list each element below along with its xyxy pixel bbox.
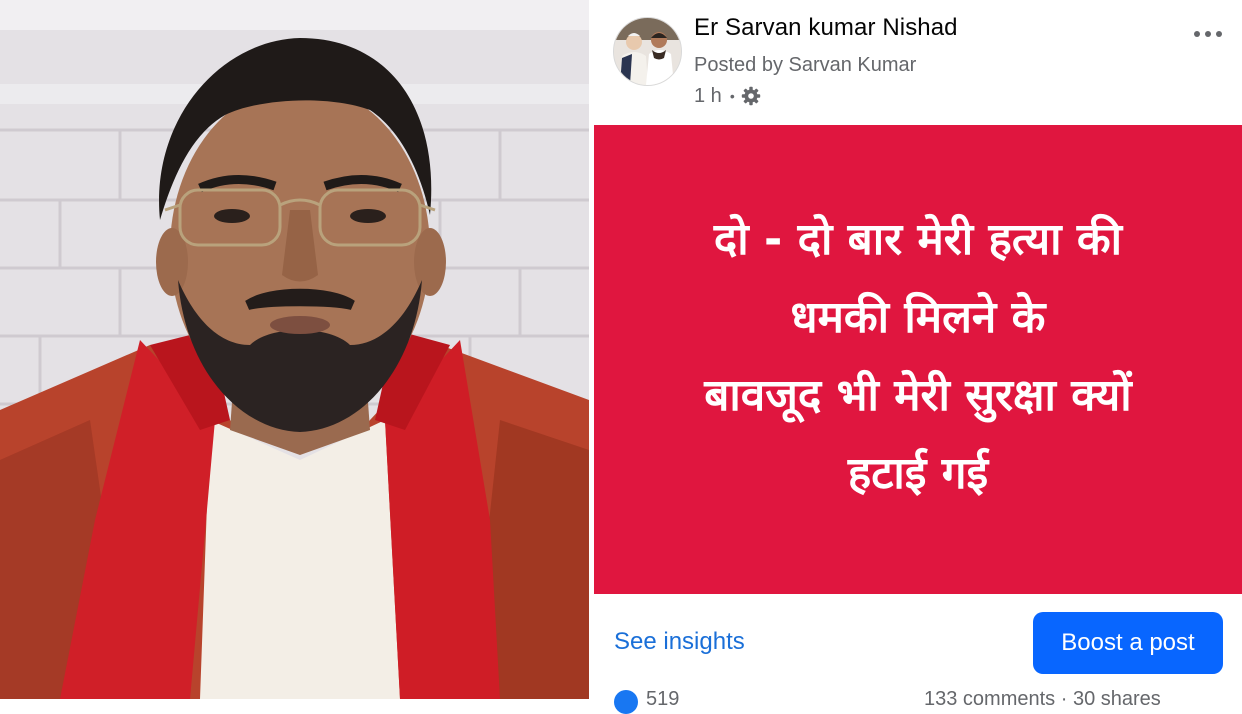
facebook-post: Er Sarvan kumar Nishad Posted by Sarvan … [594,0,1242,714]
posted-by: Posted by Sarvan Kumar [694,54,917,76]
more-options-icon[interactable] [1188,20,1228,48]
post-time[interactable]: 1 h [694,85,722,108]
banner-line: हटाई गई [847,447,989,499]
see-insights-link[interactable]: See insights [614,628,745,656]
post-meta: 1 h • [694,83,761,109]
comments-shares-count[interactable]: 133 comments · 30 shares [924,688,1161,711]
page-avatar[interactable] [613,17,682,86]
banner-text: दो - दो बार मेरी हत्या की धमकी मिलने के … [618,201,1218,513]
like-reaction-icon [614,690,638,714]
portrait-photo [0,0,589,699]
portrait-illustration [0,0,589,699]
reactions-count[interactable]: 519 [646,688,679,711]
banner-line: धमकी मिलने के [790,291,1046,343]
banner-line: दो - दो बार मेरी हत्या की [713,213,1123,265]
engagement-stats: 519 133 comments · 30 shares [594,688,1242,714]
gear-icon[interactable] [741,86,761,106]
banner-line: बावजूद भी मेरी सुरक्षा क्यों [704,369,1132,421]
boost-post-button[interactable]: Boost a post [1033,612,1223,674]
page-name[interactable]: Er Sarvan kumar Nishad [694,14,958,42]
meta-separator: • [729,88,735,104]
avatar-image [614,18,681,85]
post-image-banner[interactable]: दो - दो बार मेरी हत्या की धमकी मिलने के … [594,125,1242,594]
